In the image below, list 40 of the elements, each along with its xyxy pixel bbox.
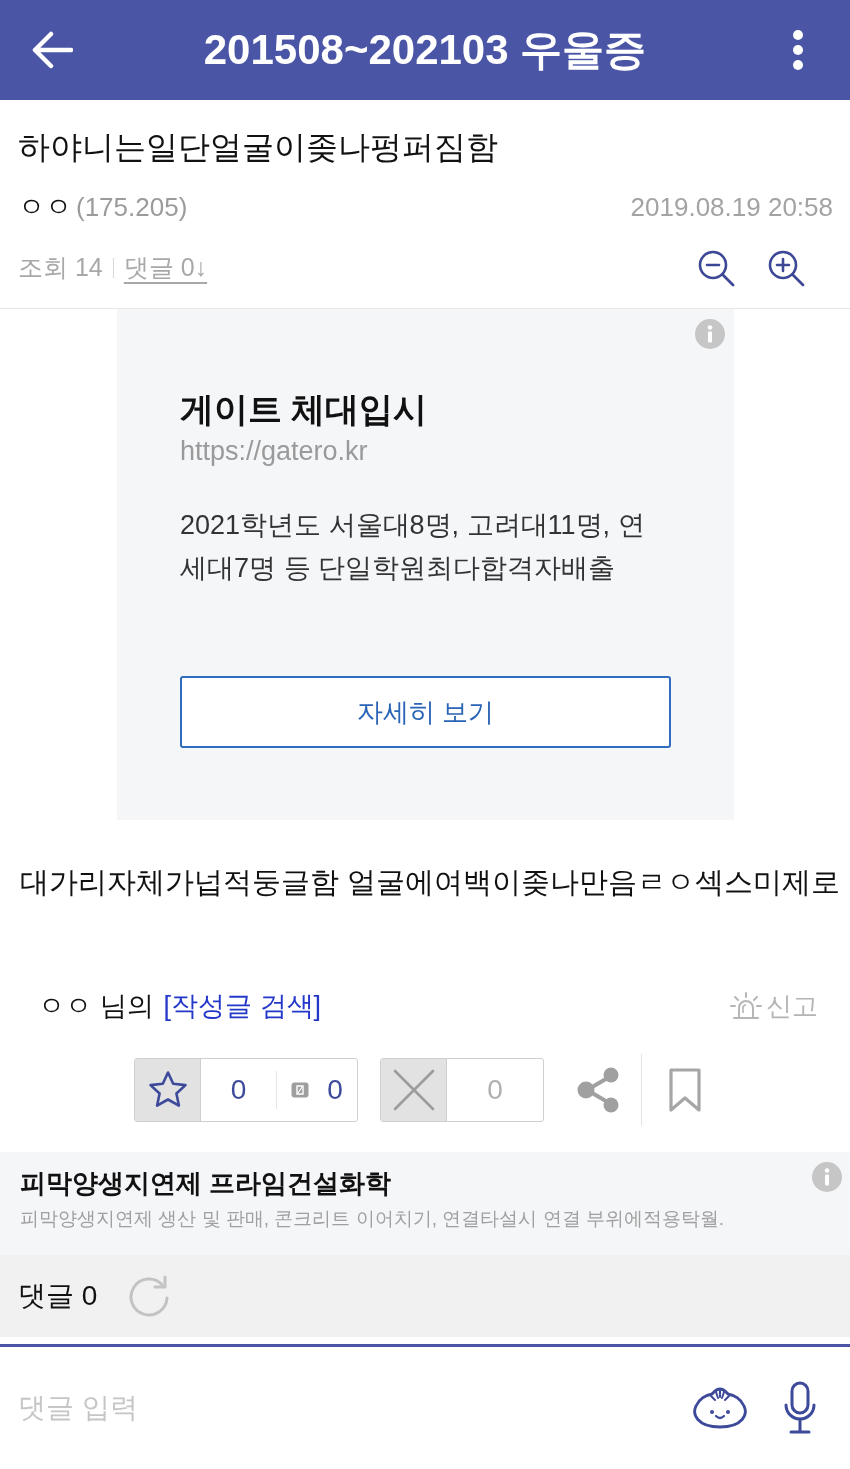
siren-icon — [730, 991, 762, 1021]
post-title: 하야니는일단얼굴이좆나펑퍼짐함 — [18, 128, 498, 167]
share-button[interactable] — [577, 1067, 621, 1113]
back-arrow-icon — [31, 31, 73, 69]
zoom-in-icon — [767, 249, 805, 287]
zoom-out-icon — [697, 249, 735, 287]
more-options-icon — [792, 30, 804, 70]
author-ip: (175.205) — [76, 190, 188, 224]
post-date: 2019.08.19 20:58 — [630, 190, 833, 224]
details-button[interactable]: 자세히 보기 — [180, 676, 671, 748]
downvote-count: 0 — [486, 1073, 504, 1107]
author-name: ㅇㅇ — [18, 190, 72, 224]
voice-input-button[interactable] — [782, 1381, 818, 1435]
author-label: ㅇㅇ 님의 — [38, 989, 154, 1023]
ad-url: https://gatero.kr — [180, 435, 368, 468]
emoticon-button[interactable] — [692, 1385, 748, 1431]
ad-title: 게이트 체대입시 — [180, 389, 428, 430]
post-body: 대가리자체가넙적둥글함 얼굴에여백이좆나만음ㄹㅇ섹스미제로 — [20, 865, 840, 900]
mobile-recommend-count: 0 — [327, 1073, 343, 1107]
zoom-out-button[interactable] — [697, 249, 735, 287]
ad-description: 2021학년도 서울대8명, 고려대11명, 연세대7명 등 단일학원최다합격자배출 — [180, 509, 646, 585]
comment-input-field[interactable]: 댓글 입력 — [0, 1378, 692, 1438]
zoom-in-button[interactable] — [767, 249, 805, 287]
star-icon — [147, 1070, 188, 1110]
search-posts-link[interactable]: [작성글 검색] — [163, 985, 322, 1027]
info-icon — [812, 1162, 842, 1192]
bookmark-icon — [668, 1067, 702, 1113]
text-ad-title: 피막양생지연제 프라임건설화학 — [20, 1167, 392, 1200]
recommend-count: 0 — [229, 1073, 248, 1107]
board-title: 201508~202103 우울증 — [203, 25, 647, 75]
info-icon — [695, 319, 725, 349]
cross-icon — [392, 1069, 435, 1111]
view-count: 조회 14 — [18, 252, 103, 284]
share-icon — [577, 1067, 621, 1113]
recommend-button[interactable] — [135, 1059, 201, 1121]
microphone-icon — [782, 1381, 818, 1435]
comments-count: 댓글 0 — [18, 1279, 98, 1313]
text-ad-description: 피막양생지연제 생산 및 판매, 콘크리트 이어치기, 연결타설시 연결 부위에적용탁월. — [20, 1207, 725, 1231]
mobile-badge-icon — [291, 1082, 310, 1098]
smiling-bun-icon — [692, 1385, 748, 1431]
